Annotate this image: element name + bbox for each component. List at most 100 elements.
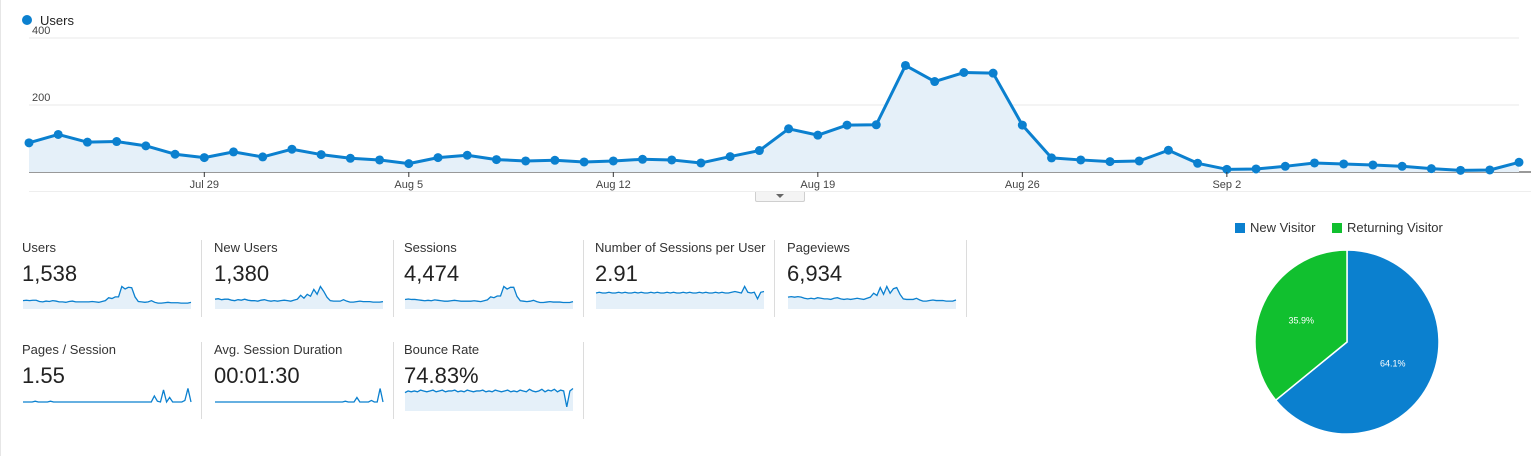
x-tick-label: Aug 19 [800, 179, 835, 191]
data-point[interactable] [579, 157, 589, 167]
x-tick-label: Aug 26 [1005, 179, 1040, 191]
data-point[interactable] [667, 155, 677, 165]
data-point[interactable] [404, 159, 414, 169]
metric-sparkline [215, 388, 384, 403]
data-point[interactable] [491, 155, 501, 165]
data-point[interactable] [345, 153, 355, 163]
chart-expand-toggle[interactable] [755, 192, 805, 202]
data-point[interactable] [170, 149, 180, 159]
sparkline-fill [405, 388, 573, 411]
data-point[interactable] [1514, 157, 1524, 167]
pie-slice-label: 35.9% [1289, 315, 1315, 325]
metric-pageviews: Pageviews 6,934 [787, 240, 967, 317]
data-point[interactable] [1105, 157, 1115, 167]
data-point[interactable] [1309, 158, 1319, 168]
x-tick-label: Aug 5 [394, 179, 423, 191]
data-point[interactable] [1251, 164, 1261, 174]
metric-divider [583, 342, 584, 419]
sparkline-fill [596, 286, 764, 309]
metric-divider [393, 240, 394, 317]
data-point[interactable] [784, 124, 794, 134]
users-legend-dot [22, 15, 32, 25]
data-point[interactable] [1076, 155, 1086, 165]
metric-label: Bounce Rate [404, 342, 480, 357]
metric-divider [583, 240, 584, 317]
pie-legend-new-visitor[interactable]: New Visitor [1235, 220, 1316, 235]
data-point[interactable] [871, 120, 881, 130]
pie-legend-returning-visitor[interactable]: Returning Visitor [1332, 220, 1443, 235]
data-point[interactable] [433, 153, 443, 163]
data-point[interactable] [930, 77, 940, 87]
data-point[interactable] [287, 144, 297, 154]
metric-label: Avg. Session Duration [214, 342, 343, 357]
data-point[interactable] [1339, 159, 1349, 169]
data-point[interactable] [550, 155, 560, 165]
data-point[interactable] [1134, 156, 1144, 166]
data-point[interactable] [1163, 145, 1173, 155]
metric-users: Users 1,538 [22, 240, 202, 317]
data-point[interactable] [316, 150, 326, 160]
new-visitor-label: New Visitor [1250, 220, 1316, 235]
data-point[interactable] [1193, 158, 1203, 168]
data-point[interactable] [1456, 165, 1466, 175]
data-point[interactable] [229, 147, 239, 157]
returning-visitor-swatch [1332, 222, 1342, 233]
data-point[interactable] [842, 120, 852, 130]
metric-label: Sessions [404, 240, 457, 255]
data-point[interactable] [1017, 120, 1027, 130]
data-point[interactable] [521, 156, 531, 166]
metric-divider [201, 240, 202, 317]
metric-sparkline [404, 387, 574, 411]
data-point[interactable] [141, 141, 151, 151]
data-point[interactable] [24, 138, 34, 148]
metric-sparkline [404, 285, 574, 309]
data-point[interactable] [754, 146, 764, 156]
metric-avg-session-duration: Avg. Session Duration 00:01:30 [214, 342, 394, 419]
data-point[interactable] [1397, 161, 1407, 171]
data-point[interactable] [638, 154, 648, 164]
data-point[interactable] [1426, 164, 1436, 174]
data-point[interactable] [900, 60, 910, 70]
y-tick-label: 200 [32, 92, 50, 104]
metric-label: Users [22, 240, 56, 255]
data-point[interactable] [1485, 165, 1495, 175]
returning-visitor-label: Returning Visitor [1347, 220, 1443, 235]
data-point[interactable] [988, 68, 998, 78]
metric-bounce-rate: Bounce Rate 74.83% [404, 342, 584, 419]
data-point[interactable] [112, 137, 122, 147]
metric-sparkline [595, 285, 765, 309]
data-point[interactable] [82, 137, 92, 147]
metric-label: Number of Sessions per User [595, 240, 766, 255]
metric-sparkline [787, 284, 957, 309]
metric-sessions-per-user: Number of Sessions per User 2.91 [595, 240, 775, 317]
data-point[interactable] [608, 156, 618, 166]
data-point[interactable] [1280, 161, 1290, 171]
metric-divider [774, 240, 775, 317]
data-point[interactable] [462, 150, 472, 160]
data-point[interactable] [1368, 160, 1378, 170]
x-tick-label: Sep 2 [1212, 179, 1241, 191]
sparkline-line [215, 388, 384, 403]
data-point[interactable] [375, 155, 385, 165]
data-point[interactable] [199, 153, 209, 163]
metric-sessions: Sessions 4,474 [404, 240, 584, 317]
sparkline-fill [788, 286, 956, 309]
data-point[interactable] [725, 152, 735, 162]
metric-pages-per-session: Pages / Session 1.55 [22, 342, 202, 419]
data-point[interactable] [959, 68, 969, 78]
users-legend-label: Users [40, 13, 74, 28]
metric-divider [201, 342, 202, 419]
metric-label: Pageviews [787, 240, 850, 255]
x-tick-label: Jul 29 [190, 179, 219, 191]
metric-label: Pages / Session [22, 342, 116, 357]
data-point[interactable] [258, 152, 268, 162]
sparkline-line [23, 388, 192, 404]
data-point[interactable] [813, 130, 823, 140]
data-point[interactable] [1047, 153, 1057, 163]
x-tick-label: Aug 12 [596, 179, 631, 191]
metric-label: New Users [214, 240, 278, 255]
data-point[interactable] [696, 158, 706, 168]
metric-divider [966, 240, 967, 317]
data-point[interactable] [53, 129, 63, 139]
metric-sparkline [23, 388, 192, 404]
